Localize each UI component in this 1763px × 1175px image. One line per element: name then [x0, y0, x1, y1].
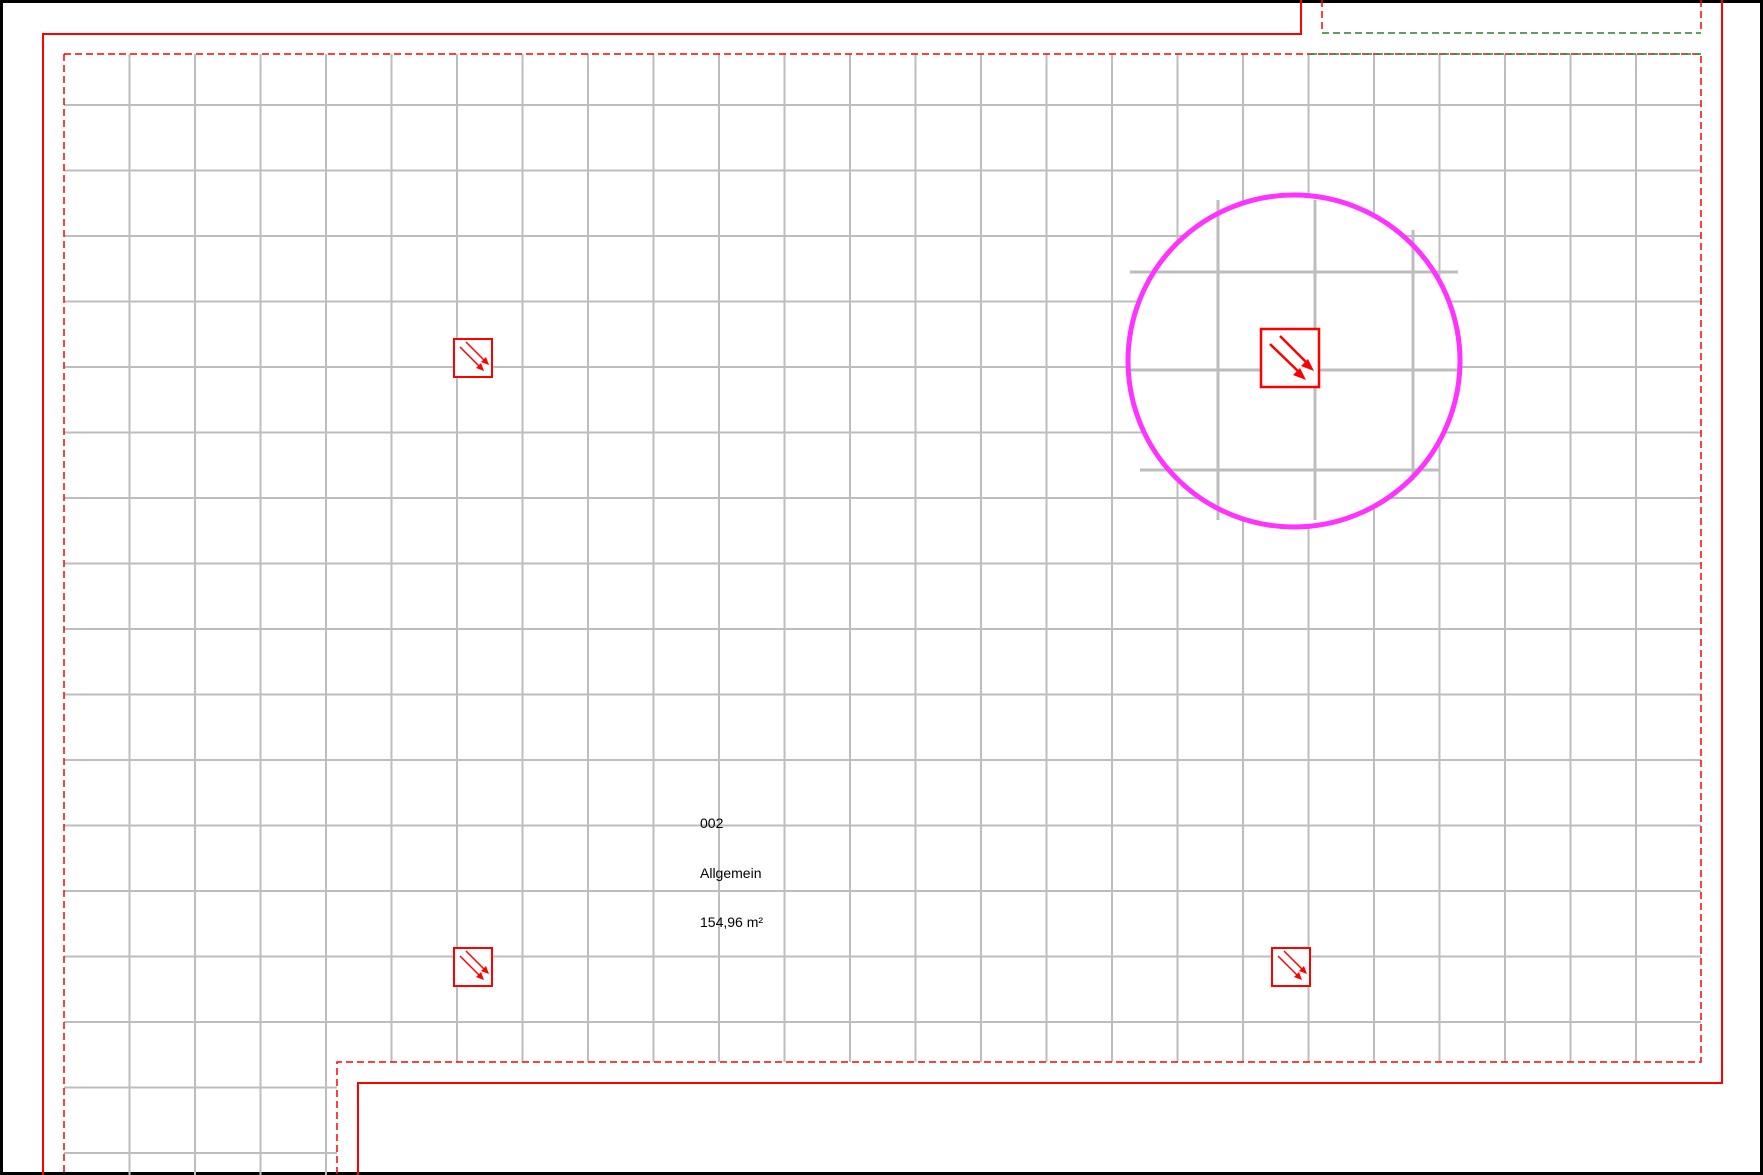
room-name: Allgemein	[700, 864, 762, 881]
ceiling-light-diagonal-arrows-icon[interactable]	[1259, 327, 1321, 389]
ceiling-light-diagonal-arrows-icon[interactable]	[453, 947, 493, 987]
room-number: 002	[700, 815, 724, 831]
room-area: 154,96 m²	[700, 914, 764, 930]
ceiling-light-diagonal-arrows-icon[interactable]	[1271, 947, 1311, 987]
highlight-magnifier	[1125, 192, 1463, 530]
drawing-frame	[0, 0, 1763, 1175]
wall-line-right	[357, 0, 1723, 1175]
ceiling-light-diagonal-arrows-icon[interactable]	[453, 338, 493, 378]
floor-plan-canvas[interactable]	[0, 0, 1763, 1175]
room-boundary-dashed	[63, 53, 1702, 1175]
room-label: 002 Allgemein 154,96 m²	[700, 782, 763, 947]
ceiling-grid	[64, 54, 1701, 1175]
adjacent-room-boundary	[1321, 0, 1702, 33]
